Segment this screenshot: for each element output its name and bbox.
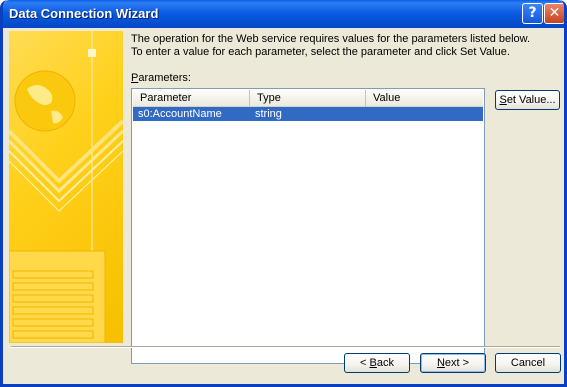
- footer-separator: [11, 346, 560, 348]
- instructions-line-1: The operation for the Web service requir…: [131, 33, 531, 45]
- next-label: ext >: [444, 357, 470, 369]
- list-header: Parameter Type Value: [133, 90, 483, 107]
- cancel-button[interactable]: Cancel: [495, 353, 561, 373]
- back-button[interactable]: < Back: [344, 353, 410, 373]
- close-icon: ✕: [548, 5, 561, 21]
- help-button[interactable]: ?: [522, 3, 543, 24]
- set-value-label: et Value...: [506, 94, 556, 106]
- list-row[interactable]: s0:AccountName string: [133, 107, 483, 121]
- title-bar[interactable]: Data Connection Wizard ? ✕: [3, 0, 564, 28]
- next-hotkey: N: [436, 357, 445, 369]
- column-header-value[interactable]: Value: [366, 90, 483, 106]
- help-icon: ?: [528, 5, 537, 21]
- instructions-line-2: To enter a value for each parameter, sel…: [131, 46, 510, 58]
- row-parameter-cell: s0:AccountName: [138, 108, 222, 120]
- column-header-parameter[interactable]: Parameter: [133, 90, 250, 106]
- wizard-banner-image: [9, 31, 123, 343]
- window-title: Data Connection Wizard: [9, 6, 159, 21]
- dialog-body: The operation for the Web service requir…: [3, 28, 564, 384]
- column-header-type[interactable]: Type: [250, 90, 366, 106]
- instructions-text: The operation for the Web service requir…: [131, 33, 551, 59]
- close-button[interactable]: ✕: [544, 3, 564, 24]
- back-label: ack: [376, 357, 394, 369]
- set-value-hotkey: S: [499, 94, 507, 106]
- row-type-cell: string: [255, 108, 282, 120]
- wizard-window: Data Connection Wizard ? ✕ The operation…: [0, 0, 567, 387]
- parameters-label-text: arameters:: [138, 72, 191, 84]
- parameters-label: Parameters:: [131, 72, 191, 84]
- parameters-list[interactable]: Parameter Type Value s0:AccountName stri…: [131, 88, 485, 364]
- banner-graphic: [9, 31, 123, 343]
- back-prefix: <: [360, 357, 370, 369]
- back-hotkey: B: [369, 357, 377, 369]
- set-value-button[interactable]: Set Value...: [495, 90, 560, 110]
- next-button[interactable]: Next >: [420, 353, 486, 373]
